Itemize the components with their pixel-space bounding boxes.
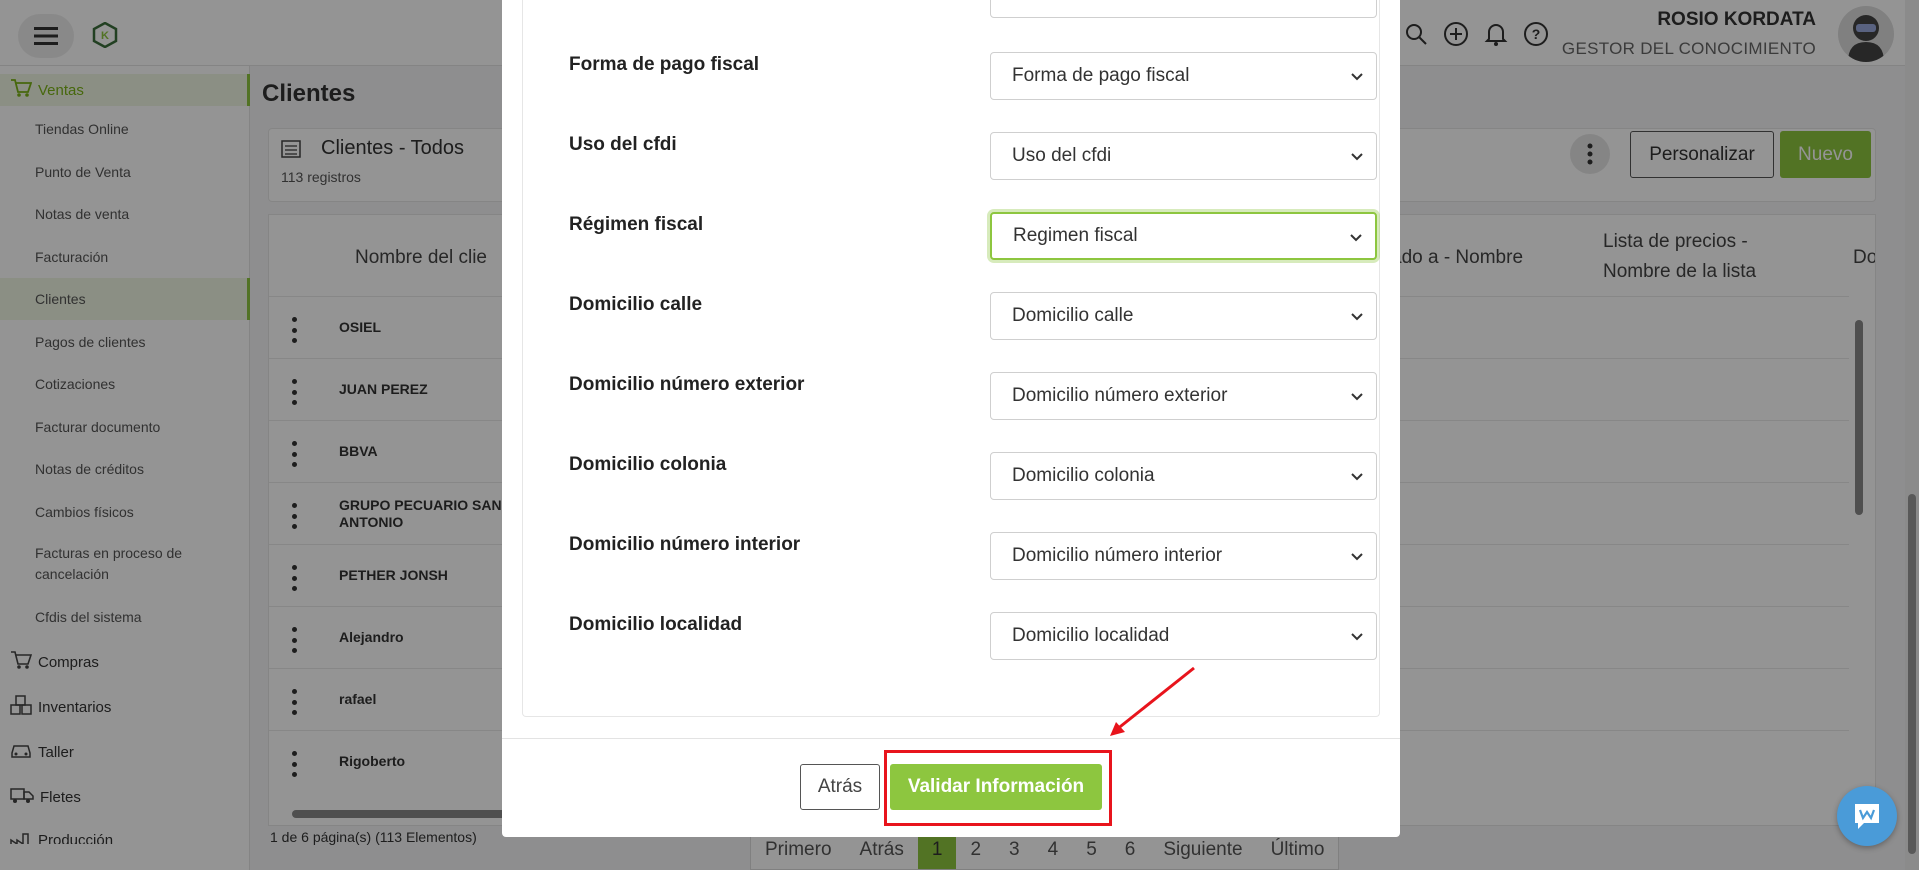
select-value: Domicilio colonia	[1012, 465, 1155, 486]
field-label: Domicilio calle	[569, 294, 703, 315]
modal-form: Forma de pago fiscal Forma de pago fisca…	[522, 0, 1380, 717]
select-value: Uso del cfdi	[1012, 145, 1112, 166]
select-domicilio-localidad[interactable]: Domicilio localidad	[990, 612, 1377, 660]
select-domicilio-numero-exterior[interactable]: Domicilio número exterior	[990, 372, 1377, 420]
field-label: Domicilio colonia	[569, 454, 727, 475]
chevron-down-icon	[1351, 633, 1363, 641]
annotation-highlight-box	[884, 750, 1112, 826]
modal-footer-divider	[502, 738, 1400, 739]
select-forma-pago-fiscal[interactable]: Forma de pago fiscal	[990, 52, 1377, 100]
select-value: Regimen fiscal	[1013, 225, 1138, 246]
select-domicilio-colonia[interactable]: Domicilio colonia	[990, 452, 1377, 500]
field-label: Domicilio número exterior	[569, 374, 805, 395]
select-domicilio-numero-interior[interactable]: Domicilio número interior	[990, 532, 1377, 580]
field-label: Domicilio localidad	[569, 614, 743, 635]
chevron-down-icon	[1351, 313, 1363, 321]
annotation-arrow-icon	[1110, 666, 1195, 736]
chevron-down-icon	[1351, 393, 1363, 401]
chat-widget-icon[interactable]	[1837, 786, 1897, 846]
select-uso-cfdi[interactable]: Uso del cfdi	[990, 132, 1377, 180]
chevron-down-icon	[1351, 73, 1363, 81]
field-label: Forma de pago fiscal	[569, 54, 760, 75]
back-button[interactable]: Atrás	[800, 764, 880, 810]
select-value: Domicilio localidad	[1012, 625, 1170, 646]
field-label: Uso del cfdi	[569, 134, 677, 155]
field-label: Régimen fiscal	[569, 214, 704, 235]
select-value: Domicilio número interior	[1012, 545, 1223, 566]
chevron-down-icon	[1350, 234, 1362, 242]
validation-modal: Forma de pago fiscal Forma de pago fisca…	[502, 0, 1400, 837]
chevron-down-icon	[1351, 553, 1363, 561]
select-regimen-fiscal[interactable]: Regimen fiscal	[990, 212, 1377, 260]
chevron-down-icon	[1351, 473, 1363, 481]
field-label: Domicilio número interior	[569, 534, 801, 555]
select-partial-hidden[interactable]	[990, 0, 1377, 18]
select-value: Domicilio número exterior	[1012, 385, 1228, 406]
select-domicilio-calle[interactable]: Domicilio calle	[990, 292, 1377, 340]
select-value: Domicilio calle	[1012, 305, 1134, 326]
select-value: Forma de pago fiscal	[1012, 65, 1190, 86]
chevron-down-icon	[1351, 153, 1363, 161]
